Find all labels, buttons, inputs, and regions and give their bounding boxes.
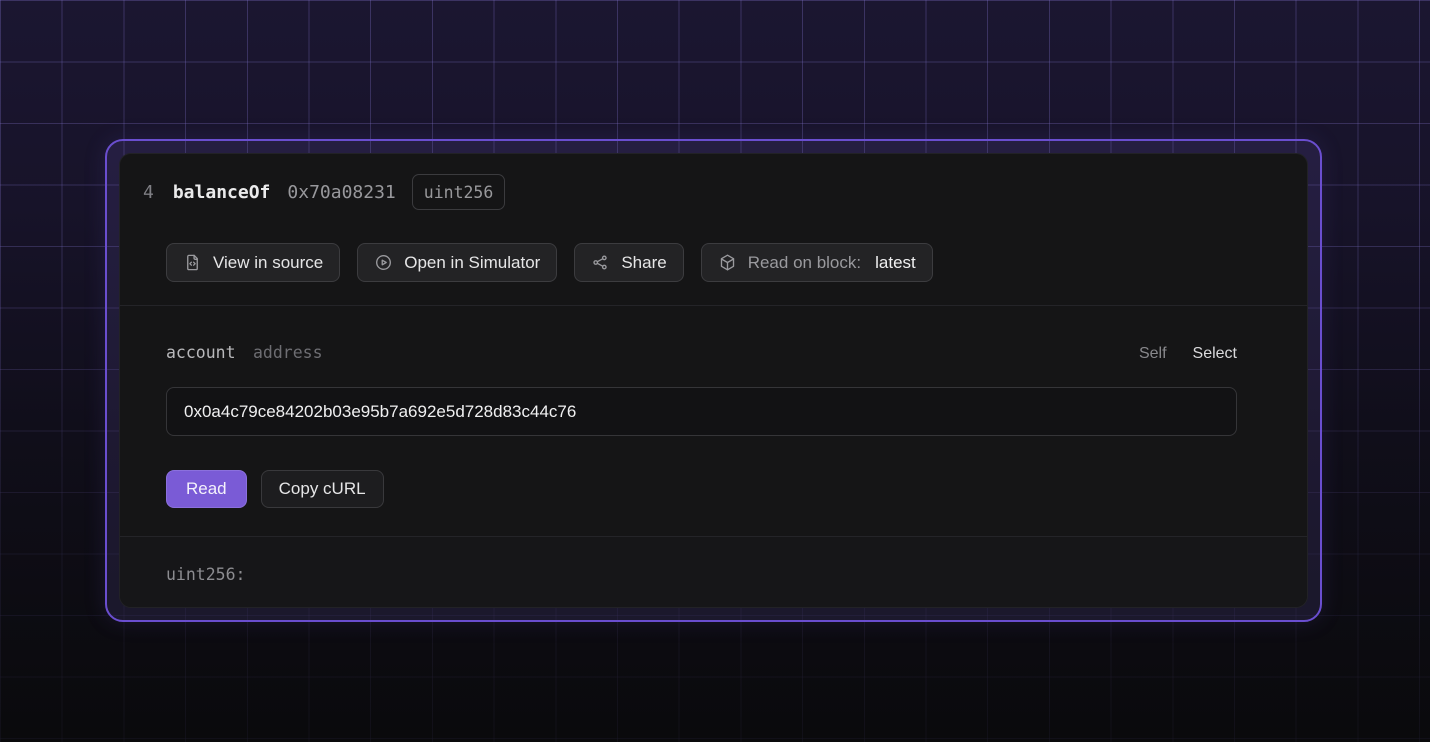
param-type: address — [253, 343, 323, 362]
read-on-block-button[interactable]: Read on block: latest — [700, 243, 933, 282]
function-header-section: 4 balanceOf 0x70a08231 uint256 View in s… — [120, 154, 1307, 305]
share-button[interactable]: Share — [574, 243, 684, 282]
param-address-input[interactable] — [166, 387, 1237, 436]
share-label: Share — [621, 252, 667, 272]
function-card: 4 balanceOf 0x70a08231 uint256 View in s… — [119, 153, 1308, 608]
select-link[interactable]: Select — [1193, 345, 1237, 363]
play-circle-icon — [374, 253, 393, 272]
read-on-block-label: Read on block: — [747, 252, 862, 272]
function-title-row: 4 balanceOf 0x70a08231 uint256 — [120, 174, 1307, 210]
read-button[interactable]: Read — [166, 470, 247, 508]
read-on-block-value: latest — [875, 252, 916, 272]
params-spacer — [166, 508, 1237, 536]
function-selector: 0x70a08231 — [287, 181, 396, 203]
cube-icon — [718, 253, 737, 272]
open-in-simulator-label: Open in Simulator — [404, 252, 541, 272]
param-name: account — [166, 343, 236, 362]
param-label-row: account address Self Select — [166, 343, 1237, 363]
function-index: 4 — [143, 181, 154, 203]
self-link[interactable]: Self — [1139, 345, 1167, 363]
view-in-source-label: View in source — [213, 252, 324, 272]
param-links: Self Select — [1139, 345, 1237, 363]
copy-curl-button[interactable]: Copy cURL — [260, 470, 384, 508]
result-label: uint256: — [166, 565, 246, 584]
function-card-wrapper: 4 balanceOf 0x70a08231 uint256 View in s… — [105, 139, 1322, 622]
function-name: balanceOf — [172, 181, 271, 203]
params-section: account address Self Select Read Copy cU… — [120, 306, 1307, 536]
open-in-simulator-button[interactable]: Open in Simulator — [357, 243, 558, 282]
share-icon — [591, 253, 610, 272]
return-type-badge: uint256 — [411, 174, 506, 210]
function-actions-row: View in source Open in Simulator Share R… — [166, 243, 1307, 282]
file-code-icon — [183, 253, 202, 272]
param-label-group: account address — [166, 343, 323, 363]
view-in-source-button[interactable]: View in source — [166, 243, 341, 282]
result-section: uint256: — [120, 537, 1307, 607]
exec-row: Read Copy cURL — [166, 470, 1237, 508]
